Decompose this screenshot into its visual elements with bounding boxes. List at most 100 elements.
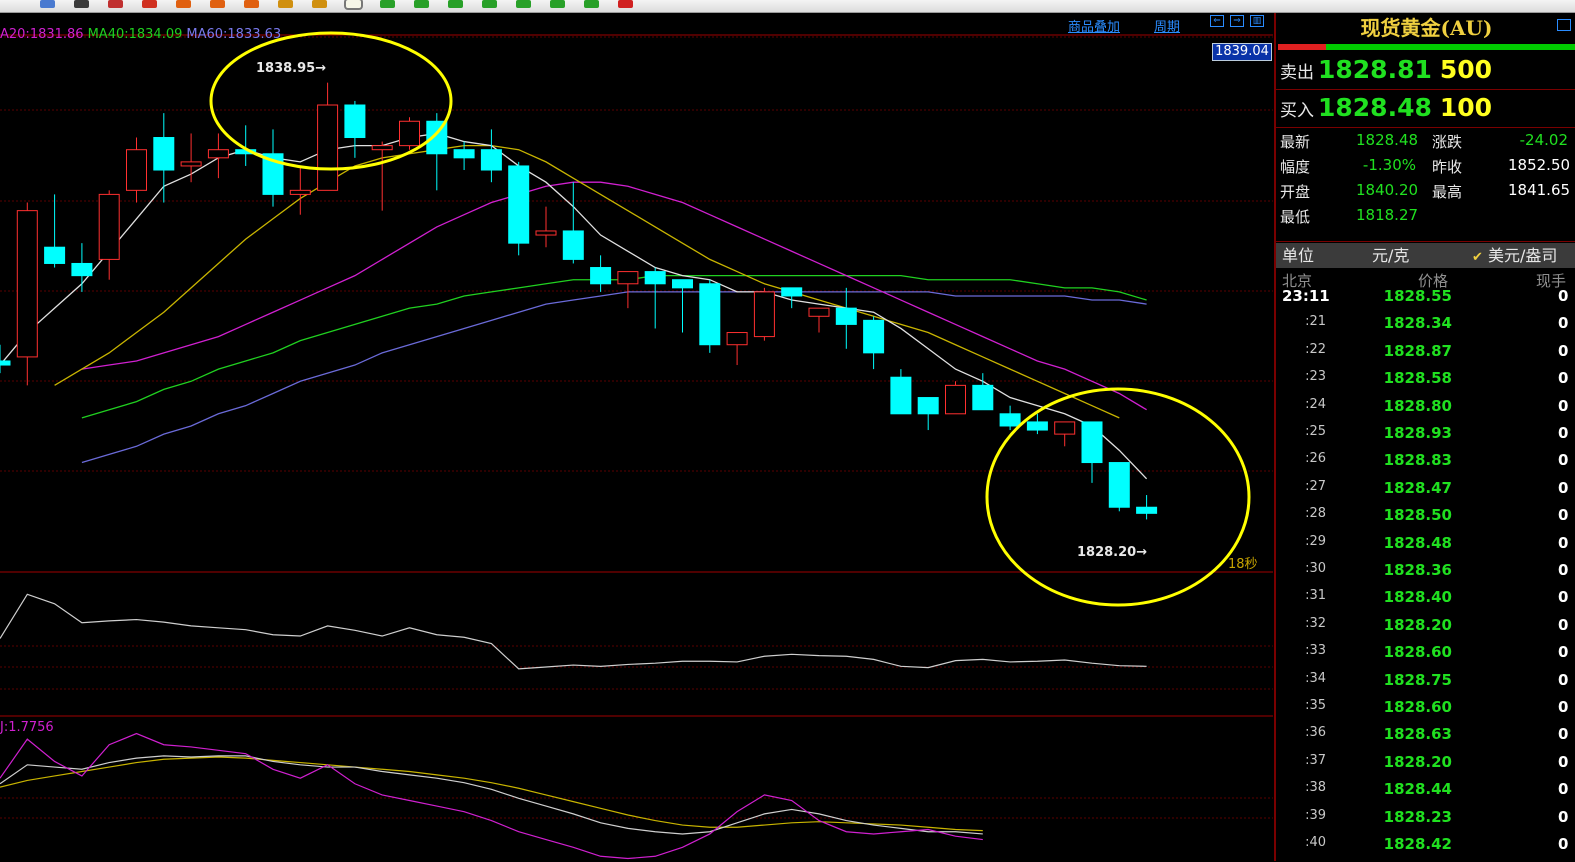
tick-price: 1828.80 [1383, 396, 1452, 415]
tick-qty: 0 [1558, 287, 1569, 305]
candle-body [453, 149, 475, 159]
candle-body [1054, 421, 1076, 435]
tick-row: :36 1828.63 0 [1276, 725, 1575, 752]
sell-volume: 500 [1439, 55, 1493, 84]
stat-label: 最高 [1432, 183, 1463, 201]
tick-time: :29 [1305, 533, 1326, 549]
tick-time: :35 [1305, 698, 1326, 713]
toolbar [0, 0, 1575, 13]
tick-price: 1828.87 [1383, 341, 1452, 360]
day-icon[interactable] [176, 0, 191, 8]
stat-value: 1828.48 [1356, 131, 1419, 149]
stat-value: -24.02 [1519, 131, 1568, 149]
tick-price: 1828.42 [1383, 835, 1452, 853]
unit-label: 单位 [1282, 246, 1315, 265]
min15-icon[interactable] [414, 0, 429, 8]
tick-price: 1828.63 [1383, 725, 1452, 744]
overlay-link[interactable]: 商品叠加 [1068, 16, 1120, 35]
tick-row: :40 1828.42 0 [1276, 835, 1575, 862]
stat-value: 1841.65 [1508, 181, 1571, 199]
min5-icon[interactable] [380, 0, 395, 8]
candle-body [289, 189, 311, 195]
week-icon[interactable] [210, 0, 225, 8]
bars-icon[interactable] [108, 0, 123, 8]
buy-volume: 100 [1439, 93, 1493, 122]
year-icon[interactable] [312, 0, 327, 8]
tick-row: :29 1828.48 0 [1276, 534, 1575, 561]
candle-body [753, 291, 775, 338]
tick-price: 1828.75 [1383, 670, 1452, 689]
candle-body [399, 120, 420, 147]
tick-price: 1828.50 [1383, 506, 1452, 525]
tick-time: :26 [1305, 451, 1326, 467]
panel-toggle-icon[interactable] [1557, 19, 1571, 31]
candle-body [917, 397, 939, 415]
shrink-left-icon[interactable]: ⇐ [1210, 15, 1224, 27]
kdj-label: J:1.7756 [0, 720, 54, 735]
candle-body [480, 149, 502, 171]
high-price-label: 1838.95→ [256, 61, 327, 76]
tick-qty: 0 [1558, 615, 1569, 634]
multi-icon[interactable] [516, 0, 531, 8]
sell-row: 卖出 1828.81 500 [1280, 53, 1492, 87]
candle-body [207, 149, 229, 159]
season-icon[interactable] [278, 0, 293, 8]
unit-value[interactable]: 元/克 [1372, 243, 1409, 268]
tick-qty: 0 [1558, 725, 1569, 744]
layout-icon[interactable]: ▥ [1250, 15, 1264, 27]
tick-price: 1828.20 [1383, 615, 1452, 634]
tick-time: :31 [1305, 588, 1326, 604]
tick-price: 1828.44 [1383, 780, 1452, 799]
tick-price: 1828.47 [1383, 478, 1452, 497]
tick-time: :38 [1305, 780, 1326, 796]
expand-right-icon[interactable]: ⇒ [1230, 15, 1244, 27]
candle-body [508, 165, 530, 244]
tick-qty: 0 [1558, 670, 1569, 689]
arrow-icon[interactable] [40, 0, 55, 8]
tick-qty: 0 [1558, 561, 1569, 579]
list-icon[interactable] [74, 0, 89, 8]
tick-qty: 0 [1558, 478, 1569, 497]
tick-qty: 0 [1558, 588, 1569, 607]
tick-qty: 0 [1558, 506, 1569, 525]
tick-price: 1828.58 [1383, 369, 1452, 388]
calc-icon[interactable] [618, 0, 633, 8]
buy-row: 买入 1828.48 100 [1280, 91, 1492, 125]
min1-icon[interactable] [344, 0, 363, 10]
ruler-icon[interactable] [584, 0, 599, 8]
tick-qty: 0 [1558, 835, 1569, 853]
tick-row: :25 1828.93 0 [1276, 424, 1575, 451]
candle-body [781, 287, 803, 297]
countdown-label: 18秒 [1228, 557, 1258, 572]
tick-row: :26 1828.83 0 [1276, 451, 1575, 478]
stat-value: 1818.27 [1356, 206, 1419, 224]
tick-row: :37 1828.20 0 [1276, 753, 1575, 780]
tick-time: :30 [1305, 561, 1326, 576]
candle-body [44, 246, 66, 264]
tick-row: :32 1828.20 0 [1276, 616, 1575, 643]
tick-qty: 0 [1558, 752, 1569, 771]
tick-price: 1828.60 [1383, 643, 1452, 662]
candle-body [726, 332, 748, 346]
news-icon[interactable] [142, 0, 157, 8]
period-link[interactable]: 周期 [1154, 16, 1180, 35]
tick-qty: 0 [1558, 424, 1569, 442]
candle-body [98, 193, 120, 260]
bid-ask-ratio-bar [1278, 44, 1575, 50]
month-icon[interactable] [244, 0, 259, 8]
stat-label: 最新 [1280, 133, 1311, 151]
tick-price: 1828.23 [1383, 807, 1452, 826]
ticks-icon[interactable] [550, 0, 565, 8]
tick-time: :32 [1305, 615, 1326, 631]
candle-body [535, 230, 557, 236]
unit-alt-option[interactable]: ✔ 美元/盎司 [1472, 243, 1557, 270]
candle-body [644, 271, 666, 285]
low-price-label: 1828.20→ [1077, 545, 1148, 560]
kline-chart[interactable] [0, 13, 1273, 861]
min30-icon[interactable] [448, 0, 463, 8]
candle-body [835, 307, 857, 325]
min60-icon[interactable] [482, 0, 497, 8]
candle-body [808, 307, 830, 317]
unit-row: 单位 元/克 ✔ 美元/盎司 [1276, 243, 1575, 268]
candle-body [617, 271, 639, 285]
